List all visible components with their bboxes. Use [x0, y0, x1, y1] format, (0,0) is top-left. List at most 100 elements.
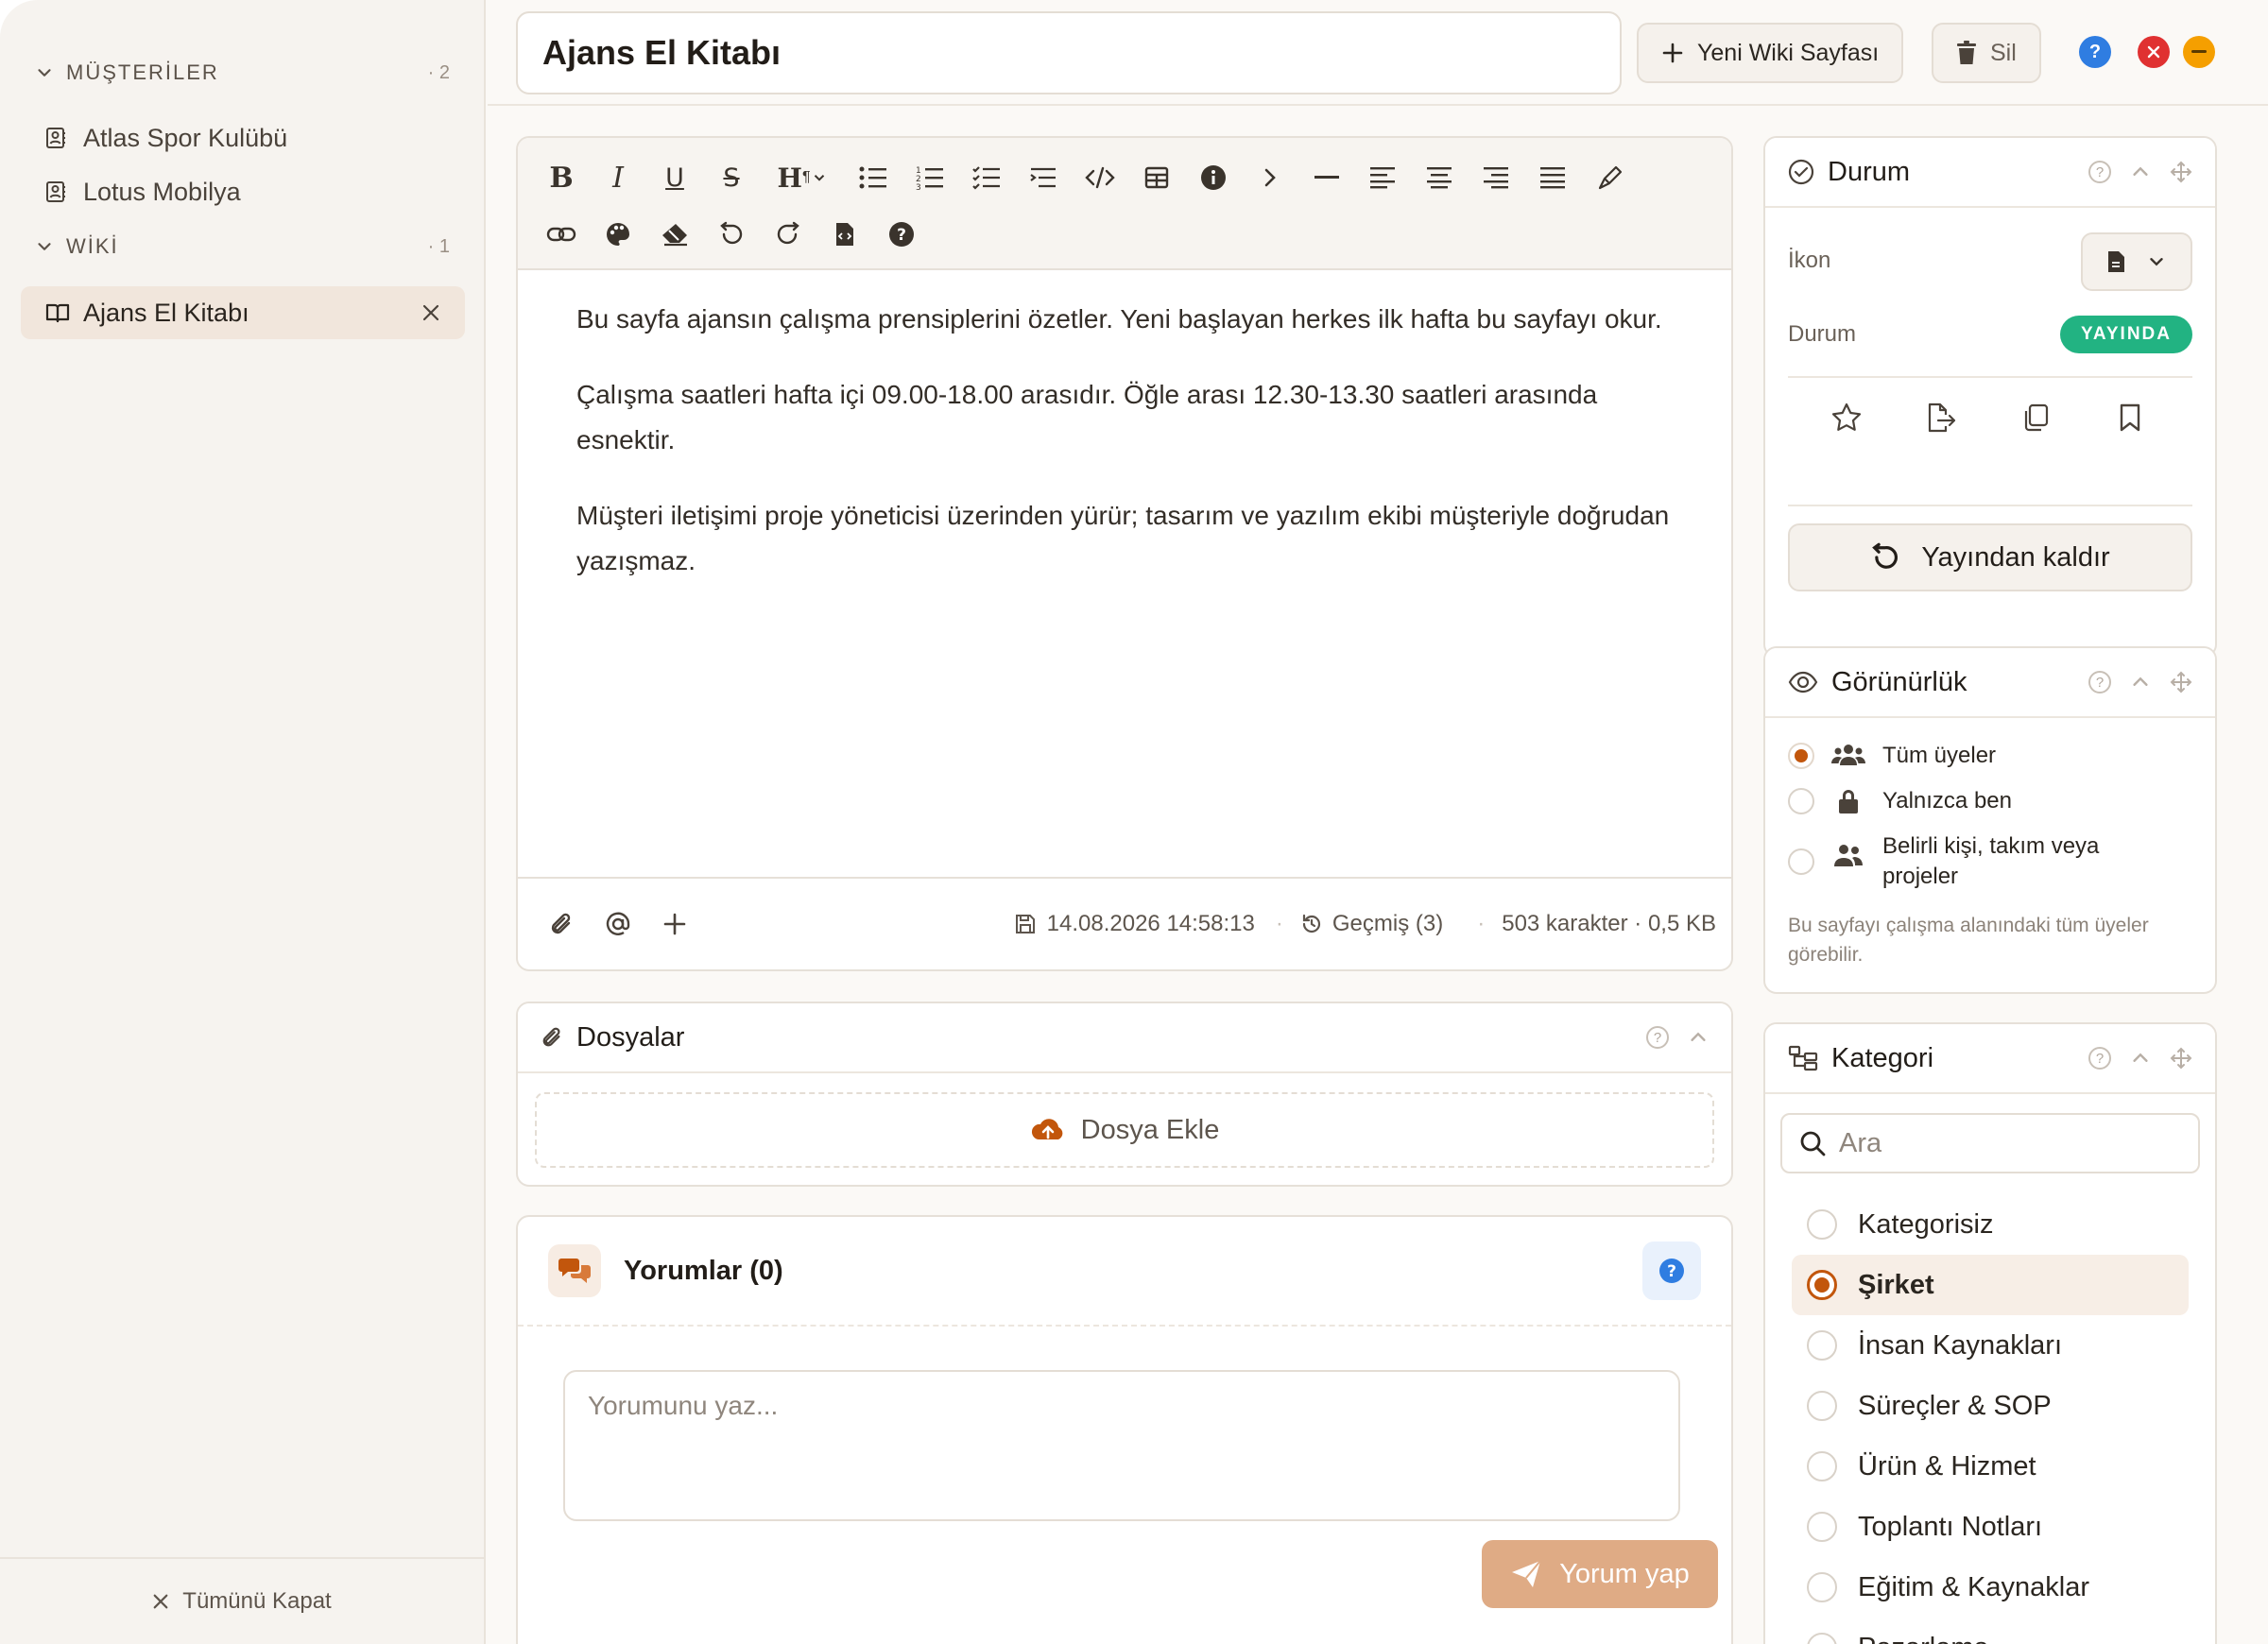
checklist-icon[interactable] [958, 149, 1015, 206]
minimize-window-icon[interactable] [2183, 36, 2215, 68]
close-window-icon[interactable] [2138, 36, 2170, 68]
radio-button[interactable] [1807, 1633, 1837, 1644]
italic-icon[interactable]: I [590, 149, 646, 206]
close-all-label: Tümünü Kapat [182, 1588, 332, 1614]
chevron-up-icon[interactable] [2130, 672, 2151, 693]
undo-icon[interactable] [703, 206, 760, 263]
table-icon[interactable] [1128, 149, 1185, 206]
category-option-label: Toplantı Notları [1858, 1511, 2043, 1542]
category-search-input[interactable]: Ara [1780, 1113, 2200, 1173]
bookmark-icon[interactable] [2102, 389, 2158, 446]
category-option[interactable]: Süreçler & SOP [1792, 1376, 2189, 1436]
link-icon[interactable] [533, 206, 590, 263]
visibility-option-private[interactable]: Yalnızca ben [1788, 786, 2012, 816]
radio-button[interactable] [1807, 1572, 1837, 1602]
chevron-up-icon[interactable] [2130, 1048, 2151, 1069]
palette-icon[interactable] [590, 206, 646, 263]
category-option[interactable]: İnsan Kaynakları [1792, 1315, 2189, 1376]
visibility-panel: Görünürlük ? Tüm üyeler Yalnızca ben Bel… [1763, 646, 2217, 994]
visibility-option-all[interactable]: Tüm üyeler [1788, 741, 1996, 771]
app-window: MÜŞTERİLER · 2 Atlas Spor Kulübü Lotus M… [0, 0, 2268, 1644]
radio-button[interactable] [1807, 1330, 1837, 1361]
indent-icon[interactable] [1015, 149, 1072, 206]
move-icon[interactable] [2170, 161, 2192, 183]
plus-icon[interactable] [646, 896, 703, 952]
attachment-icon[interactable] [533, 896, 590, 952]
chevron-down-icon [34, 236, 66, 257]
help-icon[interactable]: ? [2079, 36, 2111, 68]
sidebar-item-lotus[interactable]: Lotus Mobilya [21, 165, 465, 218]
radio-button[interactable] [1788, 848, 1814, 875]
file-code-icon[interactable] [816, 206, 873, 263]
help-icon[interactable]: ? [2088, 671, 2111, 694]
align-left-icon[interactable] [1355, 149, 1412, 206]
history-link[interactable]: Geçmiş (3) [1300, 911, 1443, 937]
icon-select[interactable] [2081, 232, 2192, 291]
strikethrough-icon[interactable]: S [703, 149, 760, 206]
page-title-input[interactable]: Ajans El Kitabı [516, 11, 1622, 94]
eraser-icon[interactable] [646, 206, 703, 263]
help-icon[interactable]: ? [2088, 1047, 2111, 1070]
sidebar-item-atlas[interactable]: Atlas Spor Kulübü [21, 111, 465, 164]
comment-input[interactable]: Yorumunu yaz... [563, 1370, 1680, 1521]
category-option[interactable]: Ürün & Hizmet [1792, 1436, 2189, 1497]
add-file-dropzone[interactable]: Dosya Ekle [535, 1092, 1714, 1168]
move-icon[interactable] [2170, 1047, 2192, 1070]
collapsible-icon[interactable] [1242, 149, 1298, 206]
radio-button[interactable] [1788, 743, 1814, 769]
code-icon[interactable] [1072, 149, 1128, 206]
category-option-selected[interactable]: Şirket [1792, 1255, 2189, 1315]
category-option[interactable]: Kategorisiz [1792, 1194, 2189, 1255]
editor-content[interactable]: Bu sayfa ajansın çalışma prensiplerini ö… [576, 297, 1673, 614]
visibility-option-specific[interactable]: Belirli kişi, takım veya projeler [1788, 831, 2166, 892]
sidebar-item-label: Lotus Mobilya [83, 177, 241, 206]
sidebar-item-handbook[interactable]: Ajans El Kitabı [21, 286, 465, 339]
radio-button[interactable] [1807, 1451, 1837, 1481]
help-button[interactable]: ? [1642, 1242, 1701, 1300]
category-option[interactable]: Eğitim & Kaynaklar [1792, 1557, 2189, 1618]
category-option[interactable]: Pazarlama [1792, 1618, 2189, 1644]
align-right-icon[interactable] [1469, 149, 1525, 206]
delete-button[interactable]: Sil [1932, 23, 2041, 83]
close-tab-icon[interactable] [421, 303, 440, 322]
icon-label: İkon [1788, 248, 1831, 273]
cloud-upload-icon [1031, 1119, 1063, 1139]
mention-icon[interactable] [590, 896, 646, 952]
underline-icon[interactable]: U [646, 149, 703, 206]
numbered-list-icon[interactable]: 123 [902, 149, 958, 206]
bold-icon[interactable]: B [533, 149, 590, 206]
comments-panel: Yorumlar (0) ? Yorumunu yaz... Yorum yap [516, 1215, 1733, 1644]
horizontal-rule-icon[interactable] [1298, 149, 1355, 206]
export-icon[interactable] [1913, 389, 1969, 446]
copy-icon[interactable] [2007, 389, 2064, 446]
submit-comment-button[interactable]: Yorum yap [1482, 1540, 1718, 1608]
bullet-list-icon[interactable] [845, 149, 902, 206]
align-center-icon[interactable] [1412, 149, 1469, 206]
highlighter-icon[interactable] [1582, 149, 1639, 206]
category-option[interactable]: Toplantı Notları [1792, 1497, 2189, 1557]
info-icon[interactable] [1185, 149, 1242, 206]
help-icon[interactable]: ? [1646, 1026, 1669, 1049]
radio-button[interactable] [1807, 1391, 1837, 1421]
new-wiki-page-button[interactable]: Yeni Wiki Sayfası [1637, 23, 1904, 83]
radio-button[interactable] [1807, 1209, 1837, 1240]
sidebar-group-customers[interactable]: MÜŞTERİLER · 2 [34, 49, 450, 96]
chevron-up-icon[interactable] [1688, 1027, 1709, 1048]
radio-button[interactable] [1788, 788, 1814, 814]
radio-button[interactable] [1807, 1512, 1837, 1542]
help-icon[interactable]: ? [2088, 161, 2111, 183]
sidebar-group-wiki[interactable]: WİKİ · 1 [34, 223, 450, 270]
files-title: Dosyalar [576, 1021, 685, 1053]
files-panel: Dosyalar ? Dosya Ekle [516, 1002, 1733, 1187]
align-justify-icon[interactable] [1525, 149, 1582, 206]
help-icon[interactable]: ? [873, 206, 930, 263]
chevron-up-icon[interactable] [2130, 162, 2151, 182]
radio-button[interactable] [1807, 1270, 1837, 1300]
redo-icon[interactable] [760, 206, 816, 263]
unpublish-button[interactable]: Yayından kaldır [1788, 523, 2192, 591]
star-icon[interactable] [1818, 389, 1875, 446]
heading-dropdown-icon[interactable]: H ¶ [760, 149, 845, 206]
move-icon[interactable] [2170, 671, 2192, 694]
chevron-down-icon [34, 62, 66, 83]
close-all-button[interactable]: Tümünü Kapat [0, 1557, 484, 1644]
